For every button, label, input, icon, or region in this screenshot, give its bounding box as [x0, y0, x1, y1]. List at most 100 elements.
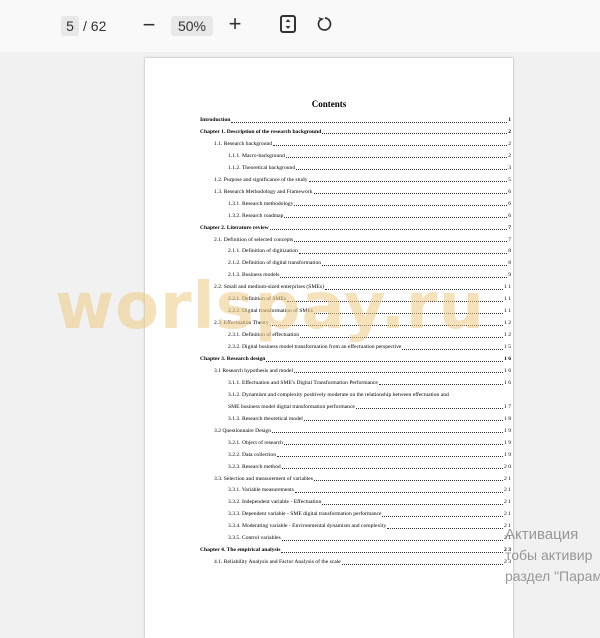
toc-dot-leader — [272, 432, 503, 434]
toc-dot-leader — [294, 491, 503, 493]
rotate-button[interactable] — [316, 15, 334, 33]
toc-entry[interactable]: 2.3.1. Definition of effectuation 1 2 — [228, 331, 511, 339]
toc-entry[interactable]: 1.3.1. Research methodology 6 — [228, 200, 511, 208]
toc-entry[interactable]: Chapter 1. Description of the research b… — [200, 128, 511, 136]
toc-entry-page: 1 — [508, 117, 511, 123]
toc-entry[interactable]: 2.3. Effectuation Theory 1 2 — [214, 319, 511, 327]
zoom-in-button[interactable]: + — [226, 13, 244, 35]
toc-entry[interactable]: 1.1.1. Macro-background 2 — [228, 152, 511, 160]
toc-entry[interactable]: 3.2 Questionnaire Design 1 9 — [214, 427, 511, 435]
fit-to-page-button[interactable] — [280, 15, 296, 33]
toc-entry[interactable]: 3.1.2. Dynamism and complexity positivel… — [228, 391, 511, 399]
toc-entry[interactable]: 2.1.3. Business models 9 — [228, 271, 511, 279]
toc-entry-title: 1.3. Research Methodology and Framework — [214, 188, 313, 195]
toc-entry[interactable]: 3.3.1. Variable measurements 2 1 — [228, 486, 511, 494]
toc-entry[interactable]: Chapter 3. Research design 1 6 — [200, 355, 511, 363]
toc-entry[interactable]: 1.3. Research Methodology and Framework 6 — [214, 188, 511, 196]
page-number-input[interactable]: 5 — [61, 16, 79, 36]
toc-entry[interactable]: 3.3.5. Control variables 2 1 — [228, 534, 511, 542]
toc-entry-title: 2.1.1. Definition of digitization — [228, 248, 298, 255]
toc-entry-title: 3.3. Selection and measurement of variab… — [214, 475, 313, 482]
toc-entry-title: 2.2. Small and medium-sized enterprises … — [214, 284, 324, 291]
toc-entry[interactable]: 4.1. Reliability Analysis and Factor Ana… — [214, 558, 511, 566]
toc-entry-page: 2 0 — [504, 463, 511, 470]
toc-entry-title: 2.1.3. Business models — [228, 272, 280, 279]
toc-entry-title: 1.1.1. Macro-background — [228, 152, 285, 159]
toc-entry-page: 1 9 — [504, 439, 511, 446]
toc-dot-leader — [296, 169, 508, 171]
toc-dot-leader — [231, 121, 508, 123]
toc-entry-page: 1 1 — [504, 308, 511, 315]
toc-entry-title: 2.3. Effectuation Theory — [214, 320, 269, 327]
toc-entry-page: 1 9 — [504, 427, 511, 434]
toc-entry[interactable]: 2.2. Small and medium-sized enterprises … — [214, 283, 511, 291]
toc-entry-title: 2.2.2. Digital transformation of SMEs — [228, 308, 313, 315]
toc-entry[interactable]: 3.3.4. Moderating variable - Environment… — [228, 522, 511, 530]
toc-entry[interactable]: 2.3.2. Digital business model transforma… — [228, 343, 511, 351]
toc-entry-page: 1 2 — [504, 332, 511, 339]
toc-dot-leader — [294, 241, 508, 242]
toc-dot-leader — [378, 384, 503, 386]
toc-entry[interactable]: 1.3.2. Research roadmap 6 — [228, 212, 511, 220]
toc-entry-page: 5 — [508, 176, 511, 183]
toc-entry-title: 3.3.3. Dependent variable - SME digital … — [228, 511, 382, 518]
toc-entry-page: 1 6 — [504, 379, 511, 386]
toc-entry[interactable]: 1.2. Purpose and significance of the stu… — [214, 176, 511, 184]
toc-entry[interactable]: 3.3.3. Dependent variable - SME digital … — [228, 510, 511, 518]
toc-entry-page: 6 — [508, 212, 511, 219]
toc-entry[interactable]: 3.2.3. Research method 2 0 — [228, 463, 511, 471]
toc-entry-title: 3.3.5. Control variables — [228, 535, 281, 542]
toc-entry[interactable]: 2.1.2. Definition of digital transformat… — [228, 259, 511, 267]
activation-text-line: раздел "Парам — [505, 568, 600, 584]
toc-dot-leader — [281, 539, 503, 541]
toc-entry-title: 3.2.2. Data collection — [228, 451, 276, 458]
zoom-out-button[interactable]: − — [140, 14, 158, 36]
toc-entry-title: Chapter 3. Research design — [200, 356, 266, 362]
toc-entry[interactable]: 2.1.1. Definition of digitization 8 — [228, 247, 511, 255]
toc-entry[interactable]: 3.2.1. Object of research 1 9 — [228, 439, 511, 447]
toc-entry[interactable]: Chapter 4. The empirical analysis 2 3 — [200, 546, 511, 554]
toc-entry[interactable]: SME business model digital transformatio… — [228, 403, 511, 411]
toc-entry[interactable]: Introduction 1 — [200, 116, 511, 124]
toc-entry-page: 1 5 — [504, 344, 511, 351]
toc-entry-title: 2.1. Definition of selected concepts — [214, 236, 294, 243]
toc-entry[interactable]: 2.1. Definition of selected concepts 7 — [214, 236, 511, 244]
toc-dot-leader — [308, 181, 508, 183]
toc-entry-page: 1 6 — [504, 367, 511, 374]
toc-entry-title: Introduction — [200, 117, 231, 123]
toc-entry-title: 3.2.1. Object of research — [228, 439, 283, 446]
toc-entry-page: 1 8 — [504, 415, 511, 422]
toc-entry-page: 7 — [508, 224, 511, 231]
toc-dot-leader — [269, 229, 508, 231]
toc-entry[interactable]: 3.3. Selection and measurement of variab… — [214, 475, 511, 483]
toc-dot-leader — [387, 527, 503, 529]
toc-entry[interactable]: 3.1.1. Effectuation and SME's Digital Tr… — [228, 379, 511, 387]
pdf-toolbar: 5 / 62 − 50% + — [0, 0, 600, 52]
toc-entry[interactable]: 1.1.2. Theoretical background 3 — [228, 164, 511, 172]
toc-dot-leader — [313, 193, 508, 195]
toc-dot-leader — [280, 276, 508, 278]
toc-entry-page: 2 — [508, 152, 511, 159]
toc-entry[interactable]: Chapter 2. Literature review 7 — [200, 224, 511, 232]
toc-dot-leader — [322, 264, 508, 266]
toc-entry-title: 3.2 Questionnaire Design — [214, 427, 272, 434]
toc-entry[interactable]: 2.2.2. Digital transformation of SMEs 1 1 — [228, 307, 511, 315]
toc-entry-title: Chapter 2. Literature review — [200, 224, 269, 231]
toc-entry[interactable]: 1.1. Research background 2 — [214, 140, 511, 148]
toc-entry-title: 3.3.4. Moderating variable - Environment… — [228, 523, 387, 530]
toc-entry-page: 8 — [508, 260, 511, 267]
toc-entry-title: 4.1. Reliability Analysis and Factor Ana… — [214, 559, 341, 566]
toc-dot-leader — [300, 336, 503, 338]
toc-entry-title: 1.3.1. Research methodology — [228, 200, 294, 207]
toc-entry[interactable]: 3.2.2. Data collection 1 9 — [228, 451, 511, 459]
toc-entry-page: 1 1 — [504, 296, 511, 303]
page-title: Contents — [311, 99, 347, 109]
toc-dot-leader — [269, 324, 503, 326]
toc-entry[interactable]: 2.2.1. Definition of SMEs 1 1 — [228, 295, 511, 303]
toc-entry[interactable]: 3.1.3. Research theoretical model 1 8 — [228, 415, 511, 423]
toc-entry[interactable]: 3.1 Research hypothesis and model 1 6 — [214, 367, 511, 375]
windows-activation-notice: Активация тобы активир раздел "Парам — [505, 524, 600, 587]
toc-dot-leader — [283, 444, 503, 446]
zoom-level-input[interactable]: 50% — [171, 16, 213, 36]
toc-entry[interactable]: 3.3.2. Independent variable - Effectuati… — [228, 498, 511, 506]
